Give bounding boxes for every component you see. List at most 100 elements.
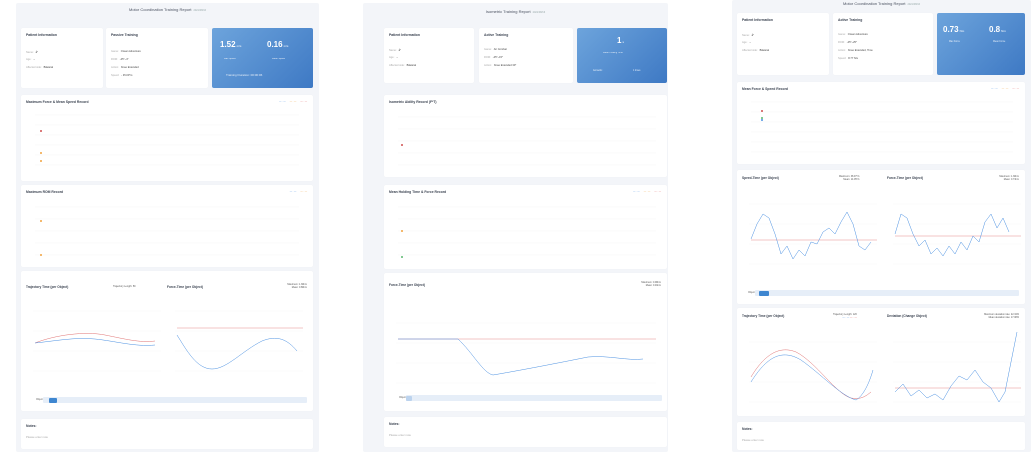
chart-plot xyxy=(751,101,1013,153)
action-row: Action: Knee Extended xyxy=(111,66,139,69)
deviation-line xyxy=(894,331,1018,403)
name-row: Name: å° xyxy=(389,49,404,52)
object-scrollbar[interactable]: Object xyxy=(399,395,662,401)
side-row: Affected side: Bilateral xyxy=(742,49,770,52)
data-point xyxy=(40,152,42,154)
age-row: Age: -- xyxy=(26,58,36,61)
age-row: Age: -- xyxy=(389,56,399,59)
times-label: 1 times xyxy=(633,70,641,72)
speed-stat: Maximum: 38.97°/s Mean: 14.05°/s xyxy=(839,175,860,182)
notes-input[interactable]: Please enter note xyxy=(742,438,764,442)
object-scroll-thumb[interactable] xyxy=(406,395,412,401)
chart-title: Force-Time (per Object) xyxy=(389,283,425,287)
range-row: ROM: -45°~15° xyxy=(484,56,504,59)
card-title: Patient Information xyxy=(742,18,773,22)
data-point xyxy=(761,110,763,112)
range-row: ROM: -45°~4° xyxy=(111,58,129,61)
report-page-1: Motor Coordination Training Report 2021/0… xyxy=(16,3,319,452)
notes-card: Notes: Please enter note xyxy=(737,422,1025,450)
trajectory-actual-line xyxy=(750,354,874,401)
patient-card: Patient Information Name: å° Age: -- Affe… xyxy=(384,28,474,83)
report-page-3: Motor Coordination Training Report 2021/0… xyxy=(732,0,1031,452)
notes-input[interactable]: Please enter note xyxy=(26,435,48,439)
trajectory-target-line xyxy=(750,349,872,399)
game-row: Game: Air Combat xyxy=(484,48,507,51)
duration-label: Training Duration: 00:00:06 xyxy=(226,73,263,77)
notes-card: Notes: Please enter note xyxy=(21,419,313,449)
game-row: Game: Ocean Adventure xyxy=(838,33,868,36)
side-row: Affected side: Bilateral xyxy=(26,66,54,69)
chart-plot xyxy=(398,206,656,258)
force-line xyxy=(398,338,644,376)
force-plot xyxy=(893,203,1021,265)
notes-input[interactable]: Please enter note xyxy=(389,433,411,437)
data-point xyxy=(40,160,42,162)
name-row: Name: å° xyxy=(26,51,41,54)
object-scrollbar[interactable]: Object xyxy=(36,397,307,403)
force-line xyxy=(894,213,1010,257)
mean-speed-value: 0.16m/s xyxy=(267,40,289,49)
isometric-label: Isometric xyxy=(593,70,603,72)
chart-plot xyxy=(398,116,656,166)
rom-chart-card: Maximum ROM Record — · — — · — xyxy=(21,185,313,267)
data-point xyxy=(761,117,763,119)
trajectory-stat: Trajectory Length: 59 xyxy=(113,285,136,288)
max-force-value: 0.73Nm xyxy=(943,25,965,34)
trajectory-actual-line xyxy=(34,338,156,346)
report-title: Motor Coordination Training Report 2021/0… xyxy=(843,1,920,6)
action-row: Action: Knee Extended 30° xyxy=(484,64,517,67)
mean-force-label: Mean Force xyxy=(993,41,1006,43)
chart-title: Force-Time (per Object) xyxy=(167,285,203,289)
summary-hero: 0.73Nm Max Force 0.8Nm Mean Force xyxy=(937,13,1025,75)
trajectory-plot xyxy=(749,341,877,403)
data-point xyxy=(40,254,42,256)
object-scroll-thumb[interactable] xyxy=(759,290,769,296)
max-speed-label: Max Speed xyxy=(224,58,236,60)
training-card: Active Training Game: Air Combat ROM: -45°… xyxy=(479,28,573,83)
force-speed-chart-card: Mean Force & Speed Record — · — — · — — · … xyxy=(737,82,1025,164)
card-title: Active Training xyxy=(838,18,863,22)
summary-hero: 1s Mean Holding Time Isometric 1 times xyxy=(577,28,667,83)
trajectory-plot xyxy=(33,310,161,372)
force-stat: Maximum: 1.38nm Mean: 0.73nm xyxy=(999,175,1019,182)
report-page-2: Isometric Training Report 2021/08/16 Pati… xyxy=(363,3,668,452)
card-title: Patient Information xyxy=(26,33,57,37)
speed-line xyxy=(750,211,872,260)
force-plot xyxy=(396,322,656,384)
holding-time-value: 1s xyxy=(617,36,624,45)
data-point xyxy=(401,230,403,232)
trajectory-force-card: Trajectory Time (per Object) Trajectory … xyxy=(21,271,313,411)
force-plot xyxy=(175,310,303,372)
data-point xyxy=(401,144,403,146)
patient-card: Patient Information Name: å° Age: -- Affe… xyxy=(737,13,829,75)
notes-title: Notes: xyxy=(389,422,400,426)
object-scrollbar[interactable]: Object xyxy=(748,290,1019,296)
trajectory-stat: Trajectory Length: 120— · — — · — xyxy=(833,313,857,320)
mean-speed-label: Mean Speed xyxy=(272,58,286,60)
speed-row: Speed: - 45.00°/s xyxy=(111,74,133,77)
report-title: Motor Coordination Training Report 2021/0… xyxy=(129,7,206,12)
deviation-stat: Maximum deviation rate: 22.34% Mean devia… xyxy=(984,313,1019,320)
card-title: Patient Information xyxy=(389,33,420,37)
chart-title: Speed-Time (per Object) xyxy=(742,176,779,180)
force-line xyxy=(176,334,298,370)
force-speed-chart-card: Maximum Force & Mean Speed Record — · — —… xyxy=(21,95,313,181)
holding-time-label: Mean Holding Time xyxy=(603,52,623,54)
chart-plot xyxy=(35,206,299,256)
notes-card: Notes: Please enter note xyxy=(384,417,667,447)
trajectory-deviation-card: Trajectory Time (per Object) Trajectory … xyxy=(737,308,1025,416)
patient-card: Patient Information Name: å° Age: -- Affe… xyxy=(21,28,103,88)
data-point xyxy=(40,130,42,132)
chart-title: Trajectory Time (per Object) xyxy=(26,285,69,289)
holding-force-chart-card: Mean Holding Time & Force Record — · — — … xyxy=(384,185,667,269)
training-card: Active Training Game: Ocean Adventure ROM… xyxy=(833,13,933,75)
side-row: Affected side: Bilateral xyxy=(389,64,417,67)
isometric-chart-card: Isometric Ability Record (F*T) xyxy=(384,95,667,177)
object-scroll-thumb[interactable] xyxy=(49,397,57,403)
data-point xyxy=(401,256,403,258)
max-speed-value: 1.52m/s xyxy=(220,40,242,49)
force-stat: Maximum: 0.98nm Mean: 0.46nm xyxy=(641,281,661,288)
report-title: Isometric Training Report 2021/08/16 xyxy=(485,9,546,14)
card-title: Active Training xyxy=(484,33,509,37)
range-row: ROM: -45°~25° xyxy=(838,41,858,44)
